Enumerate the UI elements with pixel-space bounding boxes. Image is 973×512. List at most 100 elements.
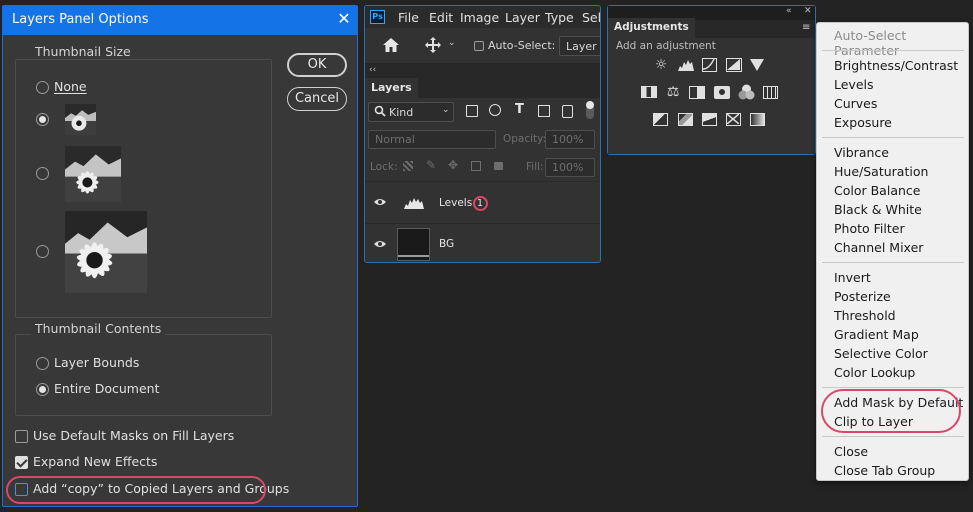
thumbnail-medium-radio[interactable] bbox=[36, 167, 49, 180]
menu-item-selective-color[interactable]: Selective Color bbox=[834, 346, 928, 361]
menu-item-close[interactable]: Close bbox=[834, 444, 868, 459]
type-filter-icon[interactable]: T bbox=[515, 102, 524, 117]
lock-transparency-icon[interactable] bbox=[403, 161, 413, 171]
visibility-eye-icon[interactable] bbox=[373, 238, 387, 248]
menu-item-color-balance[interactable]: Color Balance bbox=[834, 183, 920, 198]
vibrance-icon[interactable] bbox=[750, 59, 764, 71]
curves-icon[interactable] bbox=[702, 58, 717, 72]
chevron-down-icon[interactable]: ⌄ bbox=[448, 38, 458, 48]
menu-separator bbox=[822, 262, 964, 263]
menu-separator bbox=[822, 387, 964, 388]
exposure-icon[interactable] bbox=[726, 58, 742, 72]
entire-document-label[interactable]: Entire Document bbox=[54, 381, 159, 396]
menu-item-vibrance[interactable]: Vibrance bbox=[834, 145, 889, 160]
menu-item-color-lookup[interactable]: Color Lookup bbox=[834, 365, 915, 380]
gradient-map-icon[interactable] bbox=[750, 113, 765, 126]
close-icon[interactable]: ✕ bbox=[334, 9, 354, 29]
shape-filter-icon[interactable] bbox=[538, 105, 550, 117]
filter-toggle[interactable] bbox=[586, 101, 594, 119]
lock-all-icon[interactable] bbox=[494, 162, 503, 170]
menu-type[interactable]: Type bbox=[545, 10, 574, 25]
menu-item-curves[interactable]: Curves bbox=[834, 96, 877, 111]
blend-mode-select[interactable]: Normal bbox=[368, 130, 496, 149]
layer-row-bg[interactable]: BG bbox=[365, 224, 600, 262]
adjustments-flyout-menu: Auto-Select Parameter Brightness/Contras… bbox=[816, 22, 969, 481]
auto-select-target-select[interactable]: Layer bbox=[559, 36, 600, 56]
entire-document-radio[interactable] bbox=[36, 383, 49, 396]
menu-item-close-tab-group[interactable]: Close Tab Group bbox=[834, 463, 935, 478]
menu-select[interactable]: Sele bbox=[582, 10, 600, 25]
menu-item-levels[interactable]: Levels bbox=[834, 77, 874, 92]
layer-bounds-label[interactable]: Layer Bounds bbox=[54, 355, 139, 370]
photo-filter-icon[interactable] bbox=[714, 86, 730, 99]
fill-field[interactable]: 100% bbox=[545, 158, 595, 177]
thumbnail-large-preview bbox=[65, 211, 147, 293]
tab-layers[interactable]: Layers bbox=[365, 78, 418, 98]
use-default-masks-checkbox[interactable] bbox=[15, 430, 28, 443]
hue-saturation-icon[interactable] bbox=[641, 86, 657, 98]
dialog-title: Layers Panel Options bbox=[3, 6, 357, 35]
thumbnail-small-radio[interactable] bbox=[36, 113, 49, 126]
menu-item-black-white[interactable]: Black & White bbox=[834, 202, 922, 217]
menu-item-channel-mixer[interactable]: Channel Mixer bbox=[834, 240, 923, 255]
ok-button[interactable]: OK bbox=[287, 53, 347, 77]
thumbnail-none-label[interactable]: None bbox=[54, 79, 87, 94]
color-balance-icon[interactable]: ⚖ bbox=[665, 85, 681, 99]
move-tool-icon[interactable] bbox=[424, 36, 442, 54]
visibility-eye-icon[interactable] bbox=[373, 196, 387, 206]
opacity-field[interactable]: 100% bbox=[545, 130, 595, 149]
selective-color-icon[interactable] bbox=[726, 113, 741, 126]
menu-item-brightness-contrast[interactable]: Brightness/Contrast bbox=[834, 58, 958, 73]
cancel-button[interactable]: Cancel bbox=[287, 87, 347, 111]
highlight-annotation bbox=[6, 476, 266, 504]
layer-name-bg[interactable]: BG bbox=[439, 238, 454, 250]
pixel-filter-icon[interactable] bbox=[466, 105, 478, 117]
menu-item-invert[interactable]: Invert bbox=[834, 270, 871, 285]
thumbnail-contents-legend: Thumbnail Contents bbox=[31, 321, 166, 336]
lock-image-icon[interactable]: ✎ bbox=[426, 158, 436, 172]
layer-row-levels[interactable]: Levels 1 bbox=[365, 182, 600, 223]
expand-new-effects-checkbox[interactable] bbox=[15, 456, 28, 469]
lock-artboard-icon[interactable] bbox=[471, 161, 481, 171]
levels-icon[interactable] bbox=[677, 58, 695, 72]
menu-item-gradient-map[interactable]: Gradient Map bbox=[834, 327, 919, 342]
panel-menu-icon[interactable]: ≡ bbox=[802, 22, 810, 33]
menu-item-threshold[interactable]: Threshold bbox=[834, 308, 896, 323]
menu-layer[interactable]: Layer bbox=[505, 10, 540, 25]
adjustment-filter-icon[interactable] bbox=[489, 104, 501, 116]
levels-histogram-icon bbox=[403, 194, 425, 210]
threshold-icon[interactable] bbox=[702, 113, 717, 126]
menu-image[interactable]: Image bbox=[460, 10, 499, 25]
expand-new-effects-label[interactable]: Expand New Effects bbox=[33, 454, 157, 469]
menu-item-hue-saturation[interactable]: Hue/Saturation bbox=[834, 164, 928, 179]
adjustments-panel: « ✕ Adjustments ≡ Add an adjustment ☼ ⚖ bbox=[607, 5, 816, 155]
black-white-icon[interactable] bbox=[689, 86, 705, 99]
invert-icon[interactable] bbox=[653, 113, 668, 126]
channel-mixer-icon[interactable] bbox=[738, 84, 755, 101]
collapse-icon[interactable]: « bbox=[786, 6, 792, 16]
layer-bounds-radio[interactable] bbox=[36, 357, 49, 370]
auto-select-checkbox[interactable] bbox=[474, 41, 484, 51]
collapse-icon[interactable]: ‹‹ bbox=[369, 65, 376, 75]
thumbnail-large-radio[interactable] bbox=[36, 245, 49, 258]
menu-item-exposure[interactable]: Exposure bbox=[834, 115, 892, 130]
home-icon[interactable] bbox=[382, 37, 400, 53]
photoshop-logo: Ps bbox=[370, 10, 385, 24]
color-lookup-icon[interactable] bbox=[763, 86, 778, 99]
layer-name-levels[interactable]: Levels 1 bbox=[439, 196, 488, 211]
layer-number-badge: 1 bbox=[472, 196, 488, 211]
lock-position-icon[interactable]: ✥ bbox=[448, 158, 458, 172]
menu-file[interactable]: File bbox=[398, 10, 419, 25]
menu-item-posterize[interactable]: Posterize bbox=[834, 289, 891, 304]
close-icon[interactable]: ✕ bbox=[804, 6, 812, 16]
opacity-label: Opacity: bbox=[503, 133, 547, 145]
brightness-contrast-icon[interactable]: ☼ bbox=[653, 58, 669, 72]
smart-object-filter-icon[interactable] bbox=[562, 105, 573, 118]
use-default-masks-label[interactable]: Use Default Masks on Fill Layers bbox=[33, 428, 234, 443]
thumbnail-none-radio[interactable] bbox=[36, 81, 49, 94]
tab-adjustments[interactable]: Adjustments bbox=[608, 18, 695, 38]
posterize-icon[interactable] bbox=[678, 113, 693, 126]
menu-item-photo-filter[interactable]: Photo Filter bbox=[834, 221, 905, 236]
thumbnail-size-legend: Thumbnail Size bbox=[31, 44, 135, 59]
menu-edit[interactable]: Edit bbox=[429, 10, 453, 25]
